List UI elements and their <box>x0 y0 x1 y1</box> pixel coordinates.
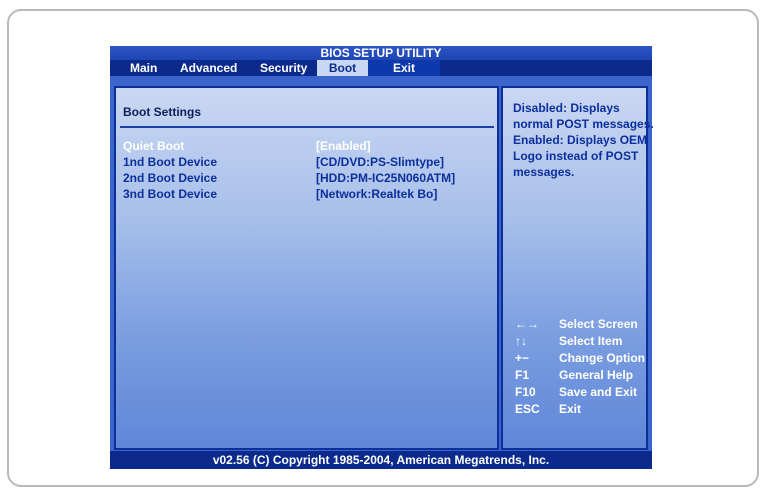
setting-value: [HDD:PM-IC25N060ATM] <box>316 171 456 185</box>
setting-label: Quiet Boot <box>123 139 185 153</box>
tab-advanced[interactable]: Advanced <box>180 60 255 76</box>
key-description: General Help <box>559 368 634 382</box>
help-line: normal POST messages. <box>513 117 654 131</box>
plus-minus-icon: +− <box>515 351 530 365</box>
key-description: Select Item <box>559 334 623 348</box>
setting-label: 1nd Boot Device <box>123 155 218 169</box>
key-description: Change Option <box>559 351 645 365</box>
key-name: ESC <box>515 402 540 416</box>
help-line: Enabled: Displays OEM <box>513 133 648 147</box>
key-description: Exit <box>559 402 582 416</box>
up-down-arrows-icon: ↑↓ <box>515 334 527 348</box>
setting-label: 2nd Boot Device <box>123 171 218 185</box>
setting-value: [Enabled] <box>316 139 371 153</box>
boot-settings-heading: Boot Settings <box>123 105 201 119</box>
tab-exit[interactable]: Exit <box>368 60 440 76</box>
heading-divider <box>120 126 494 128</box>
bios-window: BIOS SETUP UTILITY Main Advanced Securit… <box>110 46 654 469</box>
key-name: F10 <box>515 385 536 399</box>
bios-title: BIOS SETUP UTILITY <box>110 46 652 60</box>
tab-main[interactable]: Main <box>130 60 170 76</box>
setting-3rd-boot-device[interactable]: 3nd Boot Device [Network:Realtek Bo] <box>116 186 496 202</box>
menu-bar: Main Advanced Security Boot Exit <box>110 60 652 76</box>
setting-1st-boot-device[interactable]: 1nd Boot Device [CD/DVD:PS-Slimtype] <box>116 154 496 170</box>
copyright-footer: v02.56 (C) Copyright 1985-2004, American… <box>110 451 652 469</box>
tab-boot[interactable]: Boot <box>317 60 368 76</box>
left-right-arrows-icon: ←→ <box>515 317 539 331</box>
setting-label: 3nd Boot Device <box>123 187 218 201</box>
key-description: Save and Exit <box>559 385 638 399</box>
help-line: Logo instead of POST <box>513 149 639 163</box>
help-line: Disabled: Displays <box>513 101 620 115</box>
key-name: F1 <box>515 368 530 382</box>
setting-value: [CD/DVD:PS-Slimtype] <box>316 155 445 169</box>
setting-quiet-boot[interactable]: Quiet Boot [Enabled] <box>116 138 496 154</box>
setting-2nd-boot-device[interactable]: 2nd Boot Device [HDD:PM-IC25N060ATM] <box>116 170 496 186</box>
tab-security[interactable]: Security <box>260 60 320 76</box>
setting-value: [Network:Realtek Bo] <box>316 187 438 201</box>
help-panel: Disabled: Displays normal POST messages.… <box>501 86 654 450</box>
boot-settings-panel: Boot Settings Quiet Boot [Enabled] 1nd B… <box>114 86 499 450</box>
key-description: Select Screen <box>559 317 638 331</box>
help-description: Disabled: Displays normal POST messages.… <box>513 100 654 180</box>
help-line: messages. <box>513 165 575 179</box>
